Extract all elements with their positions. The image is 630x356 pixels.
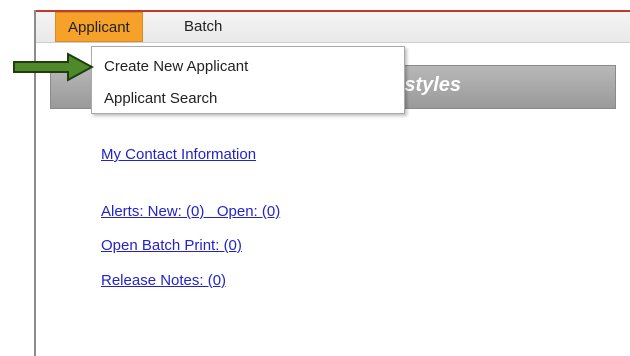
alerts-link[interactable]: Alerts: New: (0) Open: (0) (101, 203, 280, 220)
right-arrow-icon (13, 52, 94, 82)
applicant-dropdown-menu: Create New Applicant Applicant Search (91, 46, 405, 114)
menu-bar: Applicant Batch (36, 12, 630, 43)
release-notes-link[interactable]: Release Notes: (0) (101, 272, 226, 289)
menu-applicant[interactable]: Applicant (55, 12, 143, 42)
my-contact-information-link[interactable]: My Contact Information (101, 146, 256, 163)
menu-item-applicant-search[interactable]: Applicant Search (104, 85, 217, 113)
menu-batch[interactable]: Batch (172, 12, 234, 42)
open-batch-print-link[interactable]: Open Batch Print: (0) (101, 237, 242, 254)
menu-item-create-new-applicant[interactable]: Create New Applicant (104, 53, 248, 81)
